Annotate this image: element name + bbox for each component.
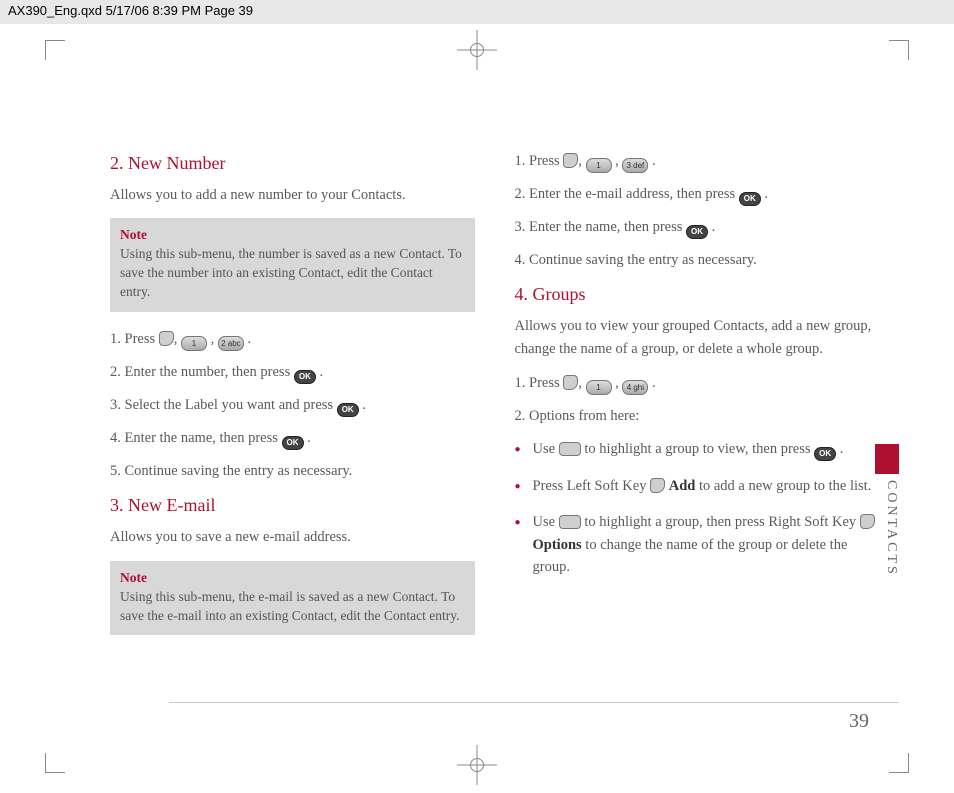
crop-mark bbox=[45, 753, 65, 773]
side-tab-bar bbox=[875, 444, 899, 474]
step: 2. Enter the e-mail address, then press … bbox=[515, 183, 880, 206]
step: 1. Press , 1 , 2 abc . bbox=[110, 328, 475, 351]
step: 3. Enter the name, then press OK . bbox=[515, 216, 880, 239]
step: 1. Press , 1 , 4 ghi . bbox=[515, 372, 880, 395]
list-item: Use to highlight a group, then press Rig… bbox=[533, 511, 880, 578]
bold-options: Options bbox=[533, 537, 582, 553]
prepress-header: AX390_Eng.qxd 5/17/06 8:39 PM Page 39 bbox=[0, 0, 954, 24]
step: 2. Enter the number, then press OK . bbox=[110, 361, 475, 384]
note-body: Using this sub-menu, the e-mail is saved… bbox=[120, 588, 465, 626]
list-item: Press Left Soft Key Add to add a new gro… bbox=[533, 475, 880, 497]
page-content: 2. New Number Allows you to add a new nu… bbox=[110, 150, 879, 703]
key-3-icon: 3 def bbox=[622, 158, 648, 173]
key-1-icon: 1 bbox=[586, 380, 612, 395]
key-1-icon: 1 bbox=[181, 336, 207, 351]
subtitle: Allows you to save a new e-mail address. bbox=[110, 526, 475, 548]
key-1-icon: 1 bbox=[586, 158, 612, 173]
ok-icon: OK bbox=[294, 370, 316, 384]
note-title: Note bbox=[120, 569, 465, 588]
step: 1. Press , 1 , 3 def . bbox=[515, 150, 880, 173]
registration-mark bbox=[457, 745, 497, 785]
heading-new-number: 2. New Number bbox=[110, 150, 475, 178]
ok-icon: OK bbox=[282, 436, 304, 450]
bold-add: Add bbox=[669, 478, 696, 494]
note-title: Note bbox=[120, 226, 465, 245]
crop-mark bbox=[889, 753, 909, 773]
note-body: Using this sub-menu, the number is saved… bbox=[120, 245, 465, 302]
subtitle: Allows you to view your grouped Contacts… bbox=[515, 315, 880, 360]
right-softkey-icon bbox=[860, 514, 875, 529]
key-4-icon: 4 ghi bbox=[622, 380, 648, 395]
nav-key-icon bbox=[559, 442, 581, 456]
step: 3. Select the Label you want and press O… bbox=[110, 394, 475, 417]
subtitle: Allows you to add a new number to your C… bbox=[110, 184, 475, 206]
left-softkey-icon bbox=[563, 375, 578, 390]
nav-key-icon bbox=[559, 515, 581, 529]
note-box: Note Using this sub-menu, the e-mail is … bbox=[110, 561, 475, 636]
step: 5. Continue saving the entry as necessar… bbox=[110, 460, 475, 482]
heading-new-email: 3. New E-mail bbox=[110, 492, 475, 520]
left-softkey-icon bbox=[159, 331, 174, 346]
heading-groups: 4. Groups bbox=[515, 281, 880, 309]
options-list: Use to highlight a group to view, then p… bbox=[515, 438, 880, 579]
ok-icon: OK bbox=[739, 192, 761, 206]
step: 4. Enter the name, then press OK . bbox=[110, 427, 475, 450]
registration-mark bbox=[457, 30, 497, 70]
ok-icon: OK bbox=[814, 447, 836, 461]
section-tab: CONTACTS bbox=[883, 480, 899, 577]
left-column: 2. New Number Allows you to add a new nu… bbox=[110, 150, 475, 703]
key-2-icon: 2 abc bbox=[218, 336, 244, 351]
step: 4. Continue saving the entry as necessar… bbox=[515, 249, 880, 271]
list-item: Use to highlight a group to view, then p… bbox=[533, 438, 880, 461]
step: 2. Options from here: bbox=[515, 405, 880, 427]
left-softkey-icon bbox=[563, 153, 578, 168]
ok-icon: OK bbox=[337, 403, 359, 417]
left-softkey-icon bbox=[650, 478, 665, 493]
crop-mark bbox=[45, 40, 65, 60]
crop-mark bbox=[889, 40, 909, 60]
ok-icon: OK bbox=[686, 225, 708, 239]
right-column: 1. Press , 1 , 3 def . 2. Enter the e-ma… bbox=[515, 150, 880, 703]
note-box: Note Using this sub-menu, the number is … bbox=[110, 218, 475, 312]
page-number: 39 bbox=[849, 710, 869, 733]
